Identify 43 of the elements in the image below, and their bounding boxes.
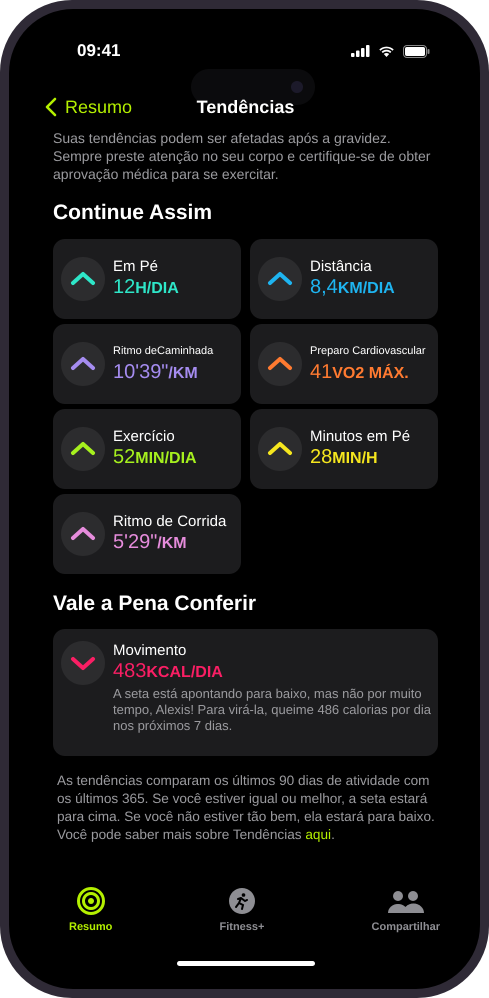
trend-card[interactable]: Minutos em Pé 28MIN/H: [250, 408, 438, 488]
trend-card[interactable]: Movimento 483KCAL/DIA A seta está apontando para baixo, mas não por muito tempo, Alexis! Para virá-la, queime 486 calorias por dia nos próximos 7 dias.: [53, 629, 438, 756]
people-icon: [388, 889, 424, 915]
trend-name: Em Pé: [113, 257, 160, 276]
back-button[interactable]: Resumo: [45, 94, 132, 120]
signal-icon: [351, 45, 370, 57]
trend-card[interactable]: Preparo Cardiovascular 41VO2 MÁX.: [250, 324, 438, 404]
trend-card[interactable]: Distância 8,4KM/DIA: [250, 238, 438, 318]
trend-value: 8,4KM/DIA: [310, 276, 395, 300]
trend-value: 12H/DIA: [113, 276, 179, 300]
section-heading: Continue Assim: [53, 200, 214, 226]
tab-button[interactable]: Resumo: [69, 885, 112, 936]
trend-name: Exercício: [113, 427, 176, 446]
trend-value: 41VO2 MÁX.: [310, 361, 410, 385]
page-title: Tendências: [196, 96, 294, 116]
trend-card[interactable]: Ritmo de Corrida 5'29"/KM: [53, 494, 241, 574]
tab-button[interactable]: Compartilhar: [372, 885, 440, 936]
tab-button[interactable]: Fitness+: [220, 885, 264, 936]
trend-value: 52MIN/DIA: [113, 446, 197, 470]
trend-name: Minutos em Pé: [310, 427, 410, 446]
battery-icon: [403, 44, 430, 58]
runner-icon: [228, 887, 256, 915]
wifi-icon: [378, 45, 395, 57]
rings-icon: [76, 887, 105, 915]
trend-name: Distância: [310, 257, 373, 276]
trend-name: Movimento: [113, 641, 188, 660]
section-heading: Vale a Pena Conferir: [53, 590, 258, 616]
status-time: 09:41: [77, 40, 120, 62]
trend-name: Ritmo deCaminhada: [113, 344, 214, 359]
trend-name: Preparo Cardiovascular: [310, 344, 426, 359]
trend-note: A seta está apontando para baixo, mas não por muito tempo, Alexis! Para virá-la, queime 486 calorias por dia nos próximos 7 dias.: [113, 686, 432, 734]
trend-card[interactable]: Em Pé 12H/DIA: [53, 238, 241, 318]
trend-value: 28MIN/H: [310, 446, 379, 470]
chevron-left-icon: [45, 97, 57, 117]
trend-card[interactable]: Exercício 52MIN/DIA: [53, 408, 241, 488]
notice-text: Suas tendências podem ser afetadas após a gravidez. Sempre preste atenção no seu corpo e certifique-se de obter aprovação médica para se exercitar.: [53, 129, 432, 183]
trend-value: 483KCAL/DIA: [113, 660, 224, 684]
trend-value: 5'29"/KM: [113, 531, 188, 555]
trend-name: Ritmo de Corrida: [113, 512, 226, 531]
trend-value: 10'39"/KM: [113, 361, 199, 385]
footer-text: As tendências comparam os últimos 90 dias de atividade com os últimos 365. Se você estiver igual ou melhor, a seta estará para cima. Se você não estiver tão bem, ela estará para baixo. Você pode saber mais sobre Tendências aqui.: [57, 772, 436, 844]
learn-more-link[interactable]: aqui: [305, 827, 332, 842]
trend-card[interactable]: Ritmo deCaminhada 10'39"/KM: [53, 324, 241, 404]
